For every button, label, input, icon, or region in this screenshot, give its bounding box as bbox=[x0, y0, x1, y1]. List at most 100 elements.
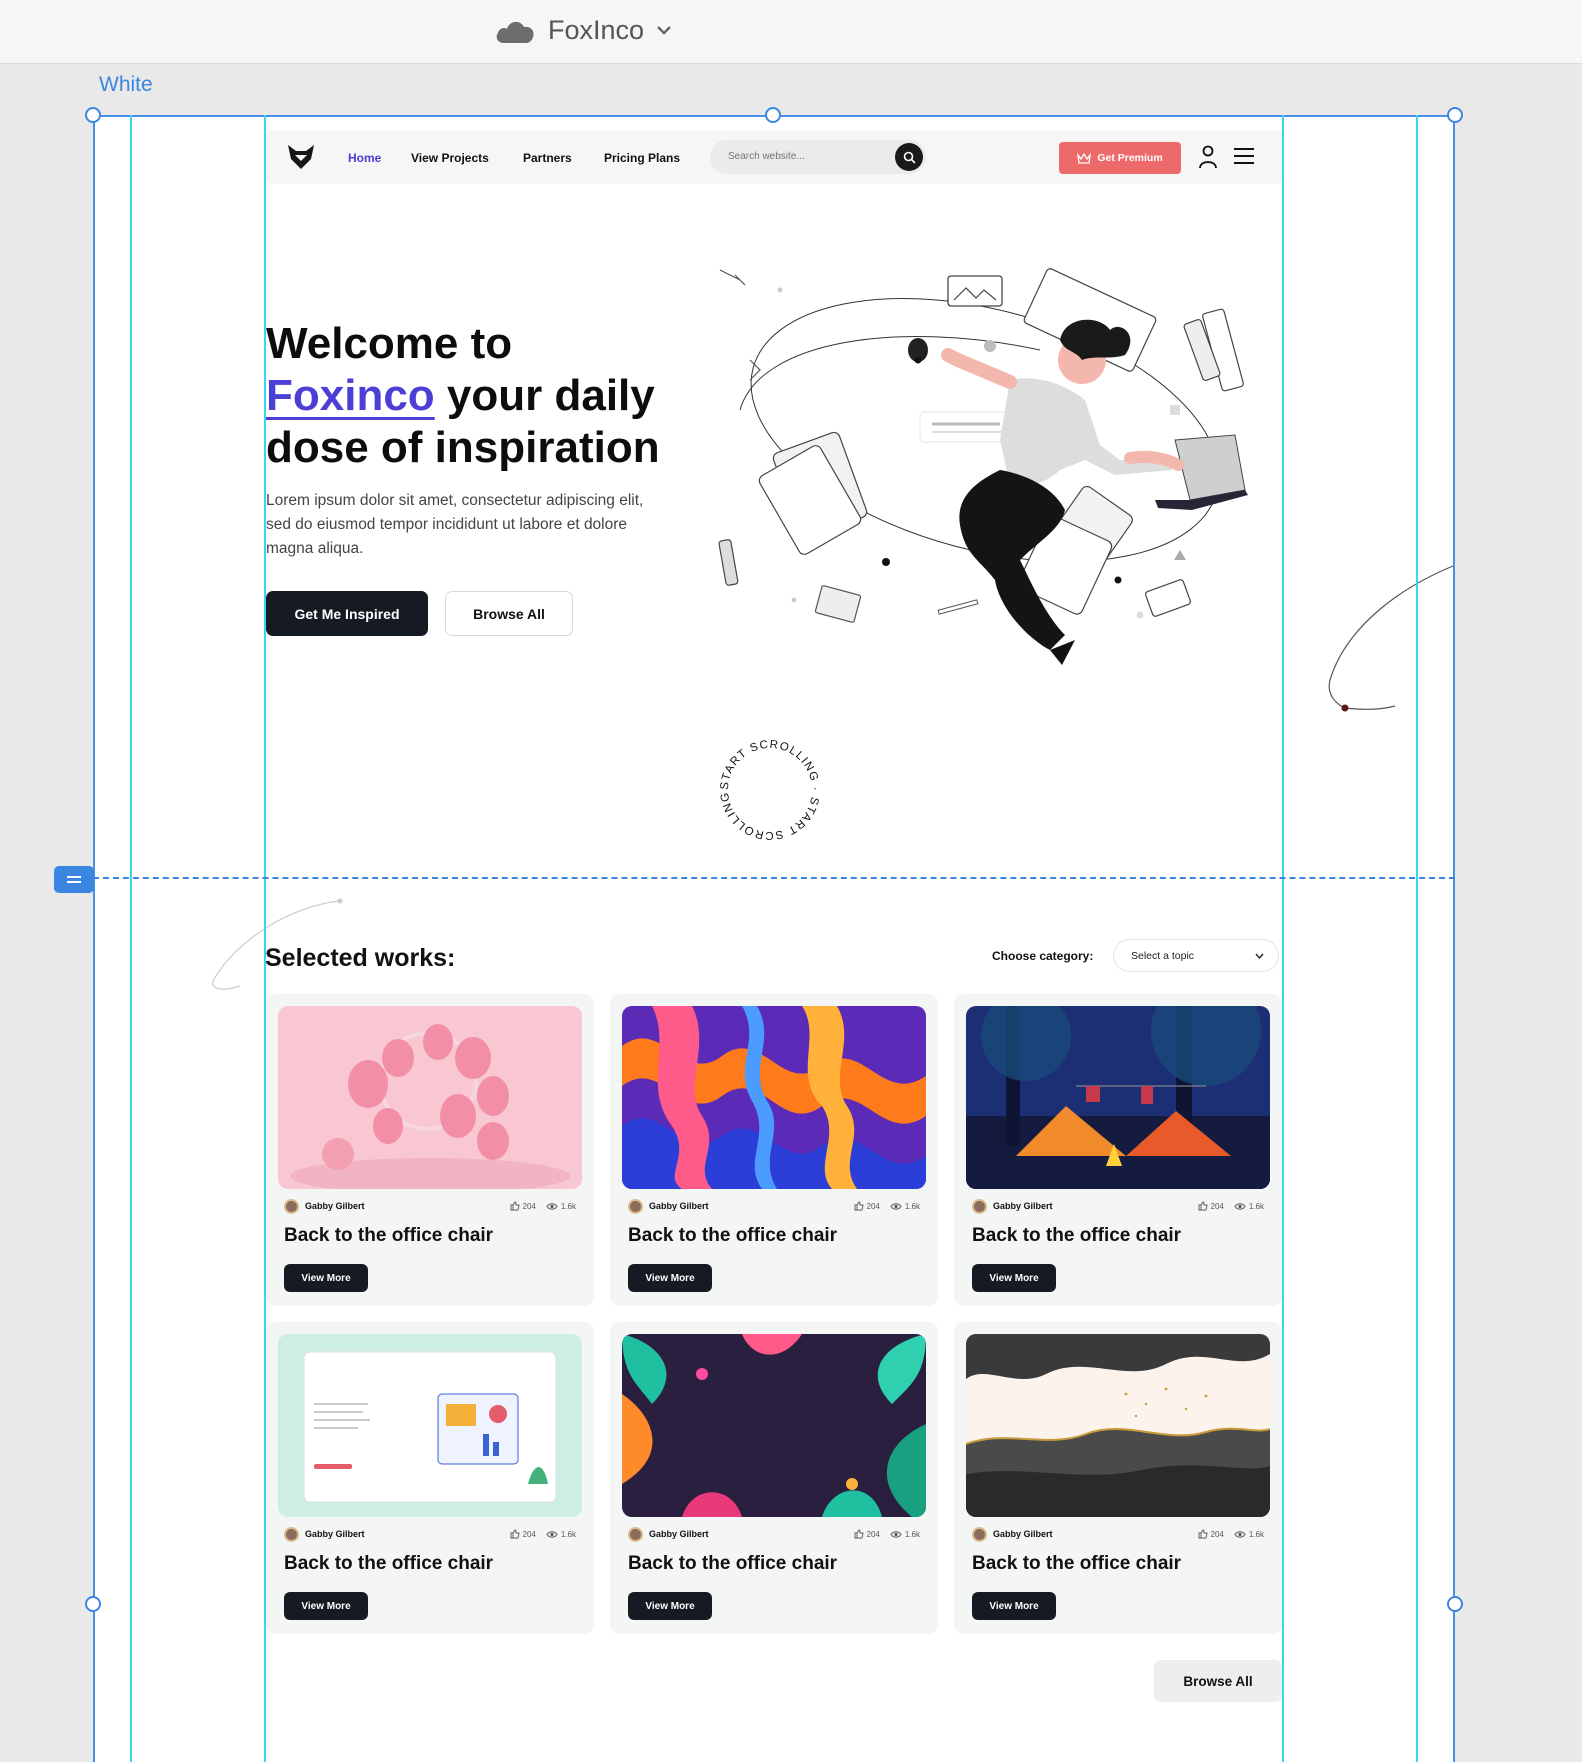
browse-all-button[interactable]: Browse All bbox=[445, 591, 573, 636]
view-more-button[interactable]: View More bbox=[628, 1592, 712, 1620]
get-inspired-button[interactable]: Get Me Inspired bbox=[266, 591, 428, 636]
card-likes: 204 bbox=[522, 1529, 536, 1539]
project-title: FoxInco bbox=[548, 14, 645, 45]
card-title[interactable]: Back to the office chair bbox=[972, 1553, 1181, 1575]
work-card[interactable]: Gabby Gilbert 204 1.6k Back to the offic… bbox=[266, 1322, 594, 1634]
chevron-down-icon bbox=[657, 26, 671, 35]
card-likes: 204 bbox=[866, 1201, 880, 1211]
search-icon bbox=[903, 151, 916, 164]
view-more-button[interactable]: View More bbox=[972, 1592, 1056, 1620]
fox-logo-icon[interactable] bbox=[287, 144, 315, 170]
hero-title-accent: Foxinco bbox=[266, 371, 435, 420]
eye-icon bbox=[890, 1530, 902, 1538]
view-more-button[interactable]: View More bbox=[628, 1264, 712, 1292]
browse-all-works-button[interactable]: Browse All bbox=[1154, 1660, 1282, 1702]
resize-handle-right[interactable] bbox=[1447, 1596, 1463, 1612]
card-views: 1.6k bbox=[560, 1201, 576, 1211]
nav-home[interactable]: Home bbox=[348, 151, 381, 165]
eye-icon bbox=[1234, 1530, 1246, 1538]
card-meta: Gabby Gilbert 204 1.6k bbox=[628, 1525, 920, 1543]
category-label: Choose category: bbox=[992, 949, 1094, 963]
nav-pricing-plans[interactable]: Pricing Plans bbox=[604, 151, 680, 165]
view-more-button[interactable]: View More bbox=[972, 1264, 1056, 1292]
card-author[interactable]: Gabby Gilbert bbox=[305, 1529, 365, 1539]
card-meta: Gabby Gilbert 204 1.6k bbox=[284, 1525, 576, 1543]
card-image-abstract-waves[interactable] bbox=[622, 1006, 926, 1189]
thumbs-up-icon[interactable] bbox=[1198, 1529, 1208, 1539]
resize-handle-top-left[interactable] bbox=[85, 107, 101, 123]
site-navbar: Home View Projects Partners Pricing Plan… bbox=[266, 130, 1282, 184]
start-scrolling-text: START SCROLLING · START SCROLLING · bbox=[715, 735, 821, 841]
search-button[interactable] bbox=[895, 143, 923, 171]
horizontal-guide[interactable] bbox=[93, 877, 1455, 879]
guide-line[interactable] bbox=[1416, 115, 1418, 1762]
card-views: 1.6k bbox=[560, 1529, 576, 1539]
work-card[interactable]: Gabby Gilbert 204 1.6k Back to the offic… bbox=[610, 994, 938, 1306]
card-meta: Gabby Gilbert 204 1.6k bbox=[628, 1197, 920, 1215]
card-image-camping-night[interactable] bbox=[966, 1006, 1270, 1189]
thumbs-up-icon[interactable] bbox=[510, 1201, 520, 1211]
card-author[interactable]: Gabby Gilbert bbox=[993, 1529, 1053, 1539]
thumbs-up-icon[interactable] bbox=[510, 1529, 520, 1539]
card-title[interactable]: Back to the office chair bbox=[628, 1553, 837, 1575]
hero-illustration bbox=[718, 268, 1248, 665]
card-title[interactable]: Back to the office chair bbox=[628, 1225, 837, 1247]
card-author[interactable]: Gabby Gilbert bbox=[649, 1529, 709, 1539]
user-icon[interactable] bbox=[1198, 145, 1218, 169]
work-card[interactable]: Gabby Gilbert 204 1.6k Back to the offic… bbox=[954, 1322, 1282, 1634]
get-premium-button[interactable]: Get Premium bbox=[1059, 142, 1181, 174]
guide-handle[interactable] bbox=[54, 866, 94, 893]
app-title-bar: FoxInco bbox=[0, 0, 1582, 64]
chevron-down-icon bbox=[1255, 953, 1264, 959]
cloud-icon bbox=[496, 21, 534, 43]
category-select[interactable]: Select a topic bbox=[1113, 939, 1279, 972]
work-card[interactable]: Gabby Gilbert 204 1.6k Back to the offic… bbox=[266, 994, 594, 1306]
thumbs-up-icon[interactable] bbox=[854, 1201, 864, 1211]
card-views: 1.6k bbox=[904, 1201, 920, 1211]
card-title[interactable]: Back to the office chair bbox=[972, 1225, 1181, 1247]
avatar bbox=[284, 1198, 299, 1214]
card-author[interactable]: Gabby Gilbert bbox=[993, 1201, 1053, 1211]
nav-partners[interactable]: Partners bbox=[523, 151, 572, 165]
hero-description: Lorem ipsum dolor sit amet, consectetur … bbox=[266, 492, 644, 557]
card-meta: Gabby Gilbert 204 1.6k bbox=[972, 1525, 1264, 1543]
resize-handle-top-right[interactable] bbox=[1447, 107, 1463, 123]
eye-icon bbox=[546, 1202, 558, 1210]
eye-icon bbox=[546, 1530, 558, 1538]
card-image-ink-watercolor[interactable] bbox=[966, 1334, 1270, 1517]
card-likes: 204 bbox=[866, 1529, 880, 1539]
thumbs-up-icon[interactable] bbox=[854, 1529, 864, 1539]
menu-icon[interactable] bbox=[1233, 147, 1255, 165]
card-image-content-management[interactable] bbox=[278, 1334, 582, 1517]
guide-line[interactable] bbox=[264, 115, 266, 1762]
nav-view-projects[interactable]: View Projects bbox=[411, 151, 489, 165]
resize-handle-top[interactable] bbox=[765, 107, 781, 123]
card-title[interactable]: Back to the office chair bbox=[284, 1553, 493, 1575]
view-more-button[interactable]: View More bbox=[284, 1592, 368, 1620]
project-switcher[interactable]: FoxInco bbox=[494, 10, 672, 50]
card-title[interactable]: Back to the office chair bbox=[284, 1225, 493, 1247]
work-card[interactable]: Gabby Gilbert 204 1.6k Back to the offic… bbox=[610, 1322, 938, 1634]
work-card[interactable]: Gabby Gilbert 204 1.6k Back to the offic… bbox=[954, 994, 1282, 1306]
category-select-value: Select a topic bbox=[1131, 949, 1195, 962]
thumbs-up-icon[interactable] bbox=[1198, 1201, 1208, 1211]
start-scrolling-badge[interactable]: START SCROLLING · START SCROLLING · bbox=[715, 735, 825, 845]
card-image-tropical-leaves[interactable] bbox=[622, 1334, 926, 1517]
guide-line[interactable] bbox=[130, 115, 132, 1762]
card-views: 1.6k bbox=[1248, 1201, 1264, 1211]
avatar bbox=[972, 1526, 987, 1542]
guide-line[interactable] bbox=[1282, 115, 1284, 1762]
resize-handle-left[interactable] bbox=[85, 1596, 101, 1612]
hero-title-line1: Welcome to bbox=[266, 319, 513, 368]
view-more-button[interactable]: View More bbox=[284, 1264, 368, 1292]
card-meta: Gabby Gilbert 204 1.6k bbox=[972, 1197, 1264, 1215]
card-image-balloons[interactable] bbox=[278, 1006, 582, 1189]
artboard-label[interactable]: White bbox=[99, 73, 153, 97]
eye-icon bbox=[1234, 1202, 1246, 1210]
hero-title: Welcome to Foxinco your daily dose of in… bbox=[266, 318, 746, 474]
card-author[interactable]: Gabby Gilbert bbox=[649, 1201, 709, 1211]
card-author[interactable]: Gabby Gilbert bbox=[305, 1201, 365, 1211]
search-box bbox=[710, 140, 926, 174]
search-input[interactable] bbox=[728, 151, 888, 162]
decorative-curve bbox=[1328, 565, 1454, 712]
